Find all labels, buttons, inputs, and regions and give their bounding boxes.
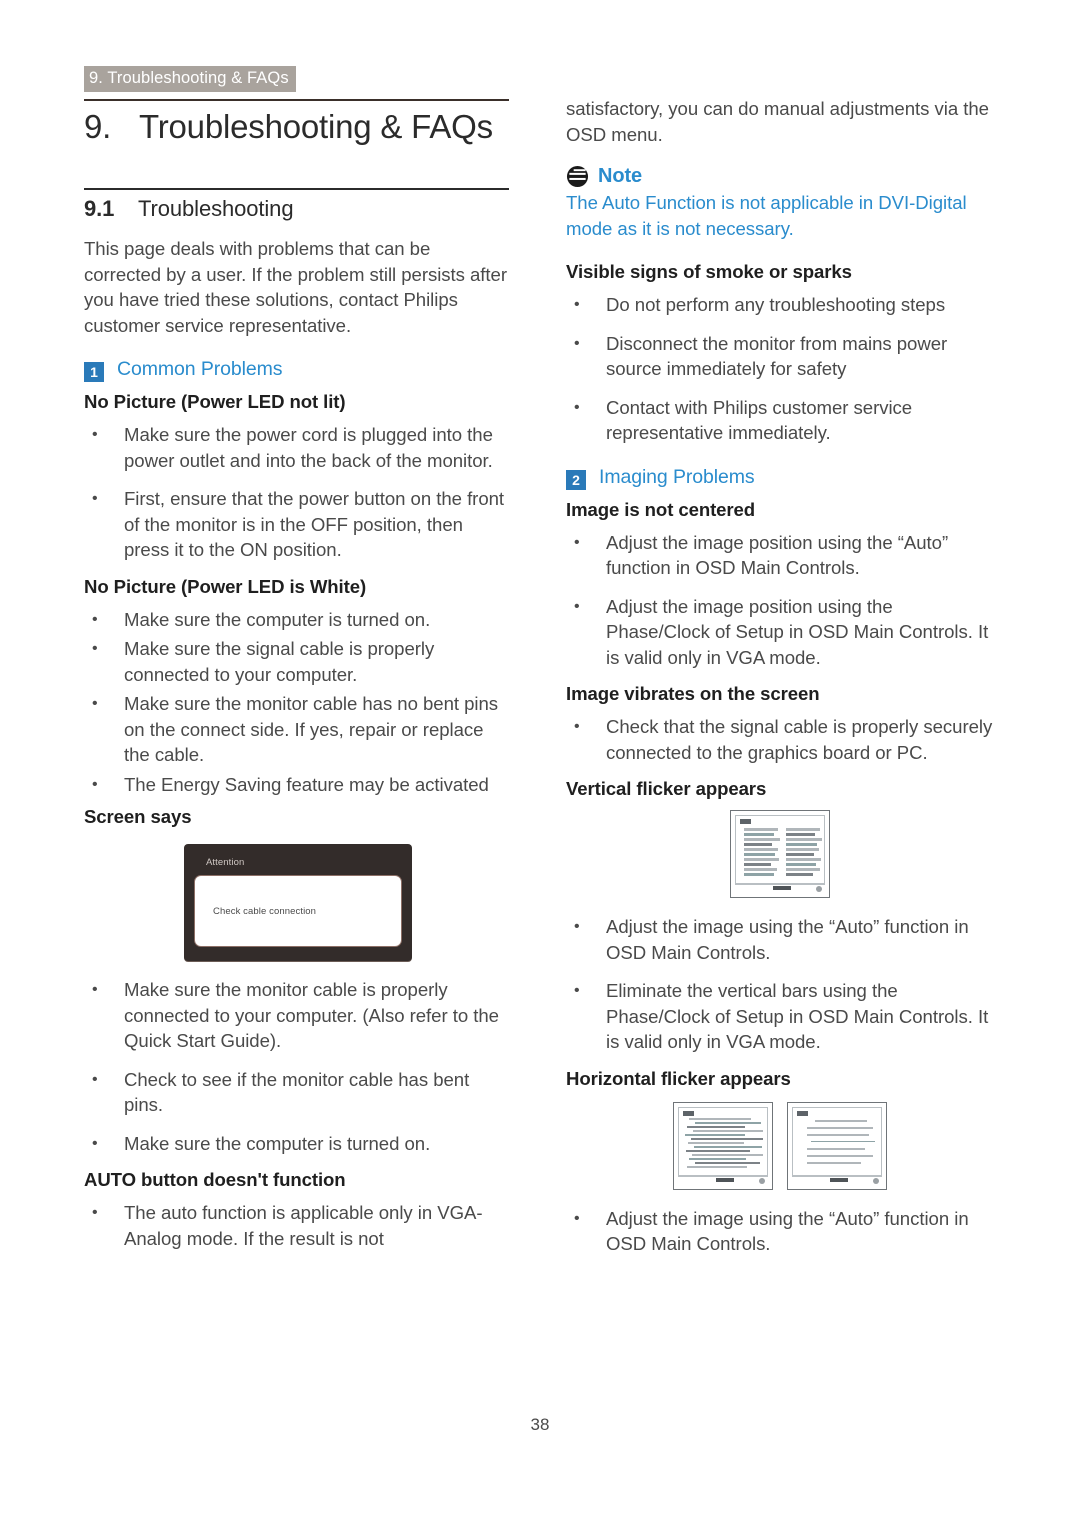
heading-vertical-flicker: Vertical flicker appears (566, 778, 767, 799)
list-auto-button: The auto function is applicable only in … (84, 1200, 512, 1251)
list-item: Check to see if the monitor cable has be… (84, 1067, 512, 1118)
header-rule (84, 99, 509, 101)
list-item: Check that the signal cable is properly … (566, 714, 994, 765)
page-title: 9. Troubleshooting & FAQs (84, 108, 554, 146)
list-item: Adjust the image position using the Phas… (566, 594, 994, 671)
note-label: Note (598, 165, 643, 187)
list-smoke-sparks: Do not perform any troubleshooting steps… (566, 292, 994, 446)
chapter-number: 9. (84, 108, 112, 145)
heading-smoke-sparks: Visible signs of smoke or sparks (566, 261, 852, 282)
list-not-centered: Adjust the image position using the “Aut… (566, 530, 994, 671)
list-item: Make sure the computer is turned on. (84, 607, 512, 633)
attention-dialog: Attention Check cable connection (184, 844, 412, 961)
section-title: Troubleshooting (138, 196, 294, 221)
monitor-base (735, 883, 825, 893)
monitor-screen (735, 815, 825, 885)
screen-tag-icon (683, 1110, 694, 1116)
monitor-screen (792, 1106, 882, 1177)
list-item: First, ensure that the power button on t… (84, 486, 512, 563)
section-number: 9.1 (84, 196, 115, 221)
note-header: Note (566, 165, 994, 188)
monitor-illustration (730, 810, 830, 898)
list-item: Make sure the power cord is plugged into… (84, 422, 512, 473)
list-item: Disconnect the monitor from mains power … (566, 331, 994, 382)
section-intro: This page deals with problems that can b… (84, 238, 507, 336)
list-image-vibrates: Check that the signal cable is properly … (566, 714, 994, 765)
heading-no-picture-led-white: No Picture (Power LED is White) (84, 575, 367, 597)
page-number: 38 (530, 1415, 550, 1434)
list-item: Make sure the computer is turned on. (84, 1131, 512, 1157)
list-vertical-flicker: Adjust the image using the “Auto” functi… (566, 914, 994, 1055)
list-led-white: Make sure the computer is turned on. Mak… (84, 607, 512, 798)
group-badge: 1 (84, 362, 104, 382)
monitor-illustration-distorted (673, 1101, 773, 1190)
attention-dialog-figure: Attention Check cable connection (84, 844, 512, 961)
chapter-title-text: Troubleshooting & FAQs (139, 108, 493, 145)
list-item: The auto function is applicable only in … (84, 1200, 512, 1251)
heading-image-vibrates: Image vibrates on the screen (566, 683, 820, 704)
left-column: 9.1 Troubleshooting This page deals with … (84, 196, 512, 1264)
list-item: Make sure the monitor cable is properly … (84, 977, 512, 1054)
monitor-indicator (759, 1177, 765, 1184)
group-label: Common Problems (117, 358, 283, 380)
list-item: The Energy Saving feature may be activat… (84, 772, 512, 798)
list-item: Adjust the image using the “Auto” functi… (566, 1206, 994, 1257)
list-item: Make sure the monitor cable has no bent … (84, 691, 512, 768)
group-imaging-problems: 2 Imaging Problems (566, 465, 994, 490)
group-badge: 2 (566, 469, 586, 490)
attention-dialog-body: Check cable connection (194, 875, 402, 947)
breadcrumb: 9. Troubleshooting & FAQs (84, 66, 296, 92)
heading-auto-button: AUTO button doesn't function (84, 1169, 346, 1190)
screen-tag-icon (740, 819, 751, 824)
attention-dialog-message: Check cable connection (213, 905, 317, 917)
heading-no-picture-led-not-lit: No Picture (Power LED not lit) (84, 391, 346, 412)
monitor-indicator (816, 886, 822, 892)
list-item: Do not perform any troubleshooting steps (566, 292, 994, 318)
list-item: Adjust the image using the “Auto” functi… (566, 914, 994, 965)
list-item: Adjust the image position using the “Aut… (566, 530, 994, 581)
monitor-indicator (873, 1177, 879, 1184)
list-screen-says: Make sure the monitor cable is properly … (84, 977, 512, 1156)
right-column: satisfactory, you can do manual adjustme… (566, 96, 994, 1270)
monitor-screen (678, 1106, 768, 1177)
screen-tag-icon (797, 1110, 808, 1116)
continuation-paragraph: satisfactory, you can do manual adjustme… (566, 98, 989, 145)
note-text: The Auto Function is not applicable in D… (566, 192, 967, 239)
heading-not-centered: Image is not centered (566, 498, 756, 520)
list-item: Contact with Philips customer service re… (566, 395, 994, 446)
heading-screen-says: Screen says (84, 806, 192, 827)
group-label: Imaging Problems (599, 465, 755, 488)
section-heading: 9.1 Troubleshooting (84, 196, 512, 222)
list-item: Eliminate the vertical bars using the Ph… (566, 978, 994, 1055)
list-led-not-lit: Make sure the power cord is plugged into… (84, 422, 512, 563)
list-item: Make sure the signal cable is properly c… (84, 636, 512, 687)
heading-horizontal-flicker: Horizontal flicker appears (566, 1067, 791, 1089)
document-page: 9. Troubleshooting & FAQs 9. Troubleshoot… (0, 0, 1080, 1514)
monitor-base (792, 1174, 882, 1185)
vertical-flicker-figure (566, 810, 994, 898)
list-horizontal-flicker: Adjust the image using the “Auto” functi… (566, 1206, 994, 1257)
monitor-illustration-normal (787, 1101, 887, 1190)
group-common-problems: 1 Common Problems (84, 358, 512, 382)
attention-dialog-title: Attention (206, 857, 245, 868)
note-icon (566, 165, 589, 188)
monitor-base (678, 1174, 768, 1185)
section-rule (84, 188, 509, 190)
horizontal-flicker-figure (566, 1101, 994, 1190)
